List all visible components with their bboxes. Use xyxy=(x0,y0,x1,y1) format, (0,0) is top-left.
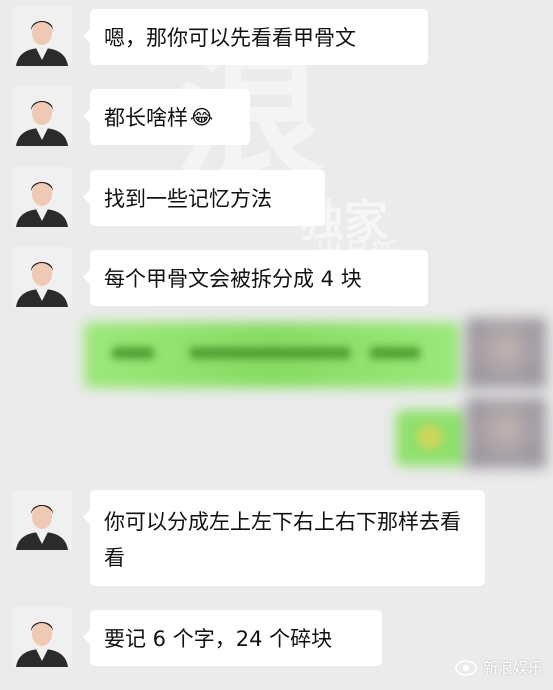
tears-of-joy-icon: 😂 xyxy=(190,105,214,129)
avatar-portrait-icon xyxy=(12,6,72,66)
avatar[interactable] xyxy=(12,247,72,307)
avatar-portrait-icon xyxy=(12,247,72,307)
avatar-portrait-icon xyxy=(12,167,72,227)
message-bubble[interactable]: 都长啥样 😂 xyxy=(83,89,250,145)
avatar[interactable] xyxy=(12,86,72,146)
avatar[interactable] xyxy=(12,6,72,66)
avatar-blurred[interactable] xyxy=(466,398,546,468)
blurred-emoji-icon xyxy=(417,424,443,450)
blurred-text-fragment xyxy=(370,347,420,359)
blurred-text-fragment xyxy=(112,347,154,359)
message-text: 找到一些记忆方法 xyxy=(104,187,272,211)
avatar-portrait-icon xyxy=(12,607,72,667)
message-bubble[interactable]: 要记 6 个字，24 个碎块 xyxy=(83,610,382,666)
message-text: 嗯，那你可以先看看甲骨文 xyxy=(104,26,356,50)
chat-window: 浪 独家 出品新 嗯，那你可以先看看甲骨文 都长啥样 😂 xyxy=(0,0,553,690)
weibo-eye-icon xyxy=(455,659,477,676)
message-text: 要记 6 个字，24 个碎块 xyxy=(104,627,333,651)
message-text: 你可以分成左上左下右上右下那样去看看 xyxy=(104,510,461,570)
message-text: 每个甲骨文会被拆分成 4 块 xyxy=(104,267,362,291)
avatar-portrait-icon xyxy=(12,490,72,550)
brand-label: 新浪娱乐 xyxy=(482,659,543,677)
avatar-portrait-icon xyxy=(12,86,72,146)
brand-watermark: 新浪娱乐 xyxy=(455,657,543,678)
message-bubble[interactable]: 找到一些记忆方法 xyxy=(83,170,325,226)
avatar-blurred[interactable] xyxy=(466,318,546,388)
message-bubble[interactable]: 你可以分成左上左下右上右下那样去看看 xyxy=(83,490,485,586)
avatar[interactable] xyxy=(12,490,72,550)
avatar[interactable] xyxy=(12,167,72,227)
blurred-text-fragment xyxy=(190,347,350,359)
avatar[interactable] xyxy=(12,607,72,667)
message-bubble[interactable]: 每个甲骨文会被拆分成 4 块 xyxy=(83,250,428,306)
message-text: 都长啥样 xyxy=(104,106,188,130)
message-bubble[interactable]: 嗯，那你可以先看看甲骨文 xyxy=(83,9,428,65)
